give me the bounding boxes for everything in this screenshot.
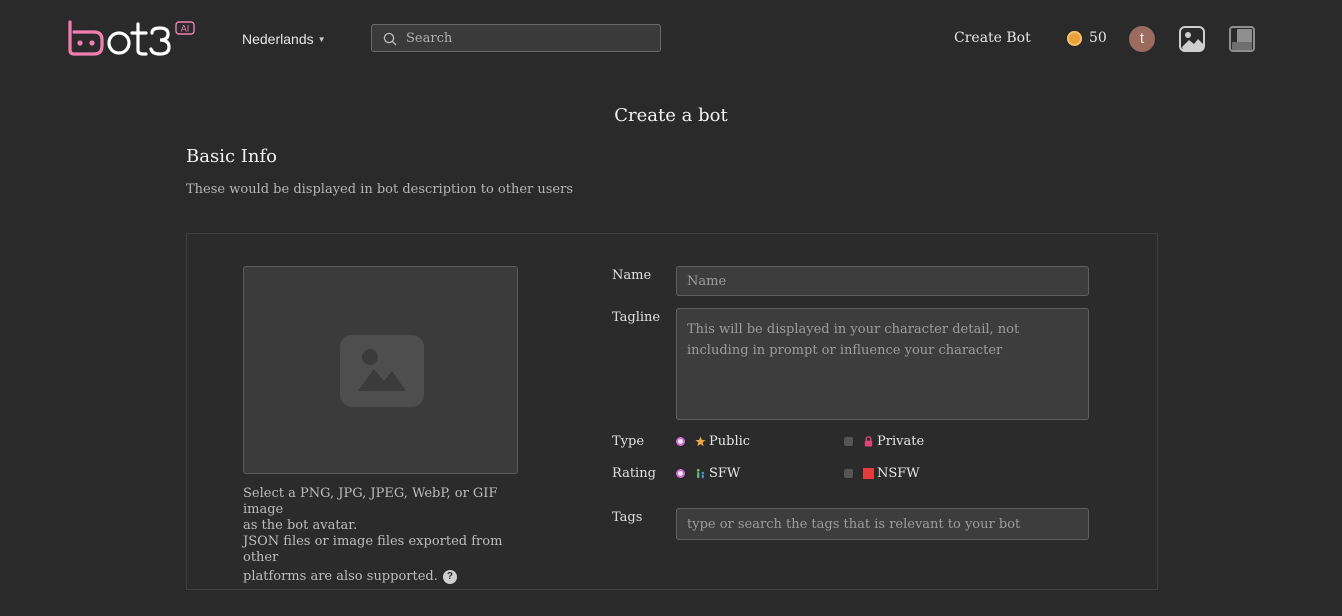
nsfw-square-icon bbox=[863, 468, 874, 479]
lock-icon bbox=[864, 436, 873, 447]
tags-label: Tags bbox=[612, 510, 643, 525]
name-input[interactable] bbox=[676, 266, 1089, 296]
coin-balance[interactable]: 50 bbox=[1067, 30, 1107, 46]
section-subtitle: These would be displayed in bot descript… bbox=[186, 182, 574, 197]
star-icon bbox=[695, 436, 706, 447]
bot3-logo[interactable]: AI bbox=[66, 20, 196, 58]
avatar-upload-dropzone[interactable] bbox=[243, 266, 518, 474]
device-icon[interactable] bbox=[1229, 26, 1255, 52]
create-bot-link[interactable]: Create Bot bbox=[954, 30, 1031, 46]
page-title: Create a bot bbox=[614, 105, 728, 126]
type-private-label: Private bbox=[877, 434, 925, 449]
rating-sfw-option[interactable]: SFW bbox=[676, 466, 740, 481]
upload-hint-line: as the bot avatar. bbox=[243, 518, 358, 533]
tags-input[interactable] bbox=[676, 508, 1089, 540]
rating-sfw-label: SFW bbox=[709, 466, 741, 481]
coin-icon bbox=[1067, 30, 1082, 46]
help-icon[interactable]: ? bbox=[442, 570, 457, 584]
upload-hint-line: platforms are also supported. bbox=[243, 569, 438, 584]
type-private-option[interactable]: Private bbox=[844, 434, 924, 449]
type-public-option[interactable]: Public bbox=[676, 434, 750, 449]
radio-selected[interactable] bbox=[676, 469, 685, 478]
search-icon bbox=[383, 32, 397, 46]
coin-count: 50 bbox=[1089, 30, 1107, 46]
tagline-label: Tagline bbox=[612, 310, 661, 325]
rating-nsfw-label: NSFW bbox=[877, 466, 920, 481]
top-navbar: AI Nederlands▼ Create Bot 50 t bbox=[0, 0, 1342, 78]
user-avatar[interactable]: t bbox=[1129, 26, 1155, 52]
name-label: Name bbox=[612, 268, 652, 283]
upload-hint-line: JSON files or image files exported from … bbox=[243, 534, 503, 565]
radio-unselected[interactable] bbox=[844, 437, 853, 446]
logo-badge: AI bbox=[181, 24, 190, 34]
language-label: Nederlands bbox=[242, 31, 314, 47]
radio-unselected[interactable] bbox=[844, 469, 853, 478]
type-public-label: Public bbox=[709, 434, 751, 449]
rating-nsfw-option[interactable]: NSFW bbox=[844, 466, 920, 481]
section-title: Basic Info bbox=[186, 146, 277, 167]
caret-down-icon: ▼ bbox=[317, 35, 326, 44]
language-selector[interactable]: Nederlands ▼ bbox=[242, 31, 326, 47]
family-icon bbox=[696, 468, 705, 479]
search-box[interactable] bbox=[371, 24, 661, 52]
radio-selected[interactable] bbox=[676, 437, 685, 446]
upload-hint-line: Select a PNG, JPG, JPEG, WebP, or GIF im… bbox=[243, 486, 498, 517]
upload-hint: Select a PNG, JPG, JPEG, WebP, or GIF im… bbox=[243, 486, 528, 585]
gallery-icon[interactable] bbox=[1179, 26, 1205, 52]
search-input[interactable] bbox=[406, 25, 646, 51]
type-label: Type bbox=[612, 434, 645, 449]
rating-label: Rating bbox=[612, 466, 656, 481]
image-placeholder-icon bbox=[340, 335, 424, 407]
tagline-textarea[interactable] bbox=[676, 308, 1089, 420]
